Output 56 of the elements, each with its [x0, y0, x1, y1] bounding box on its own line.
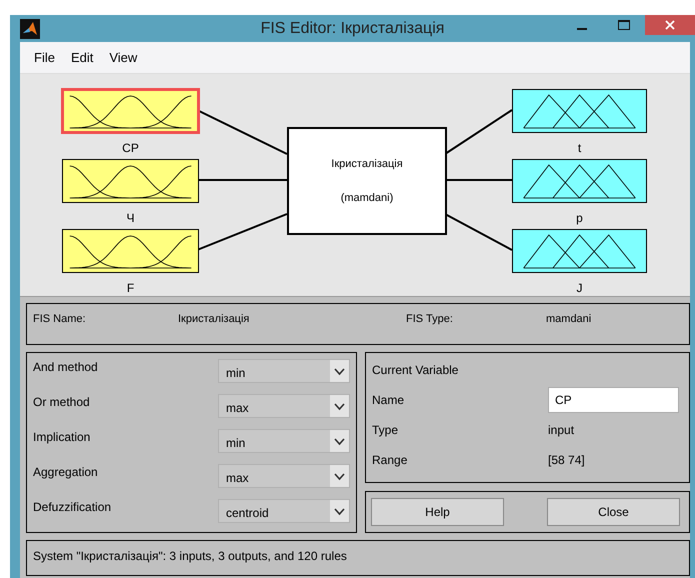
variable-name: J [576, 281, 582, 295]
close-icon [665, 20, 675, 30]
fis-type-value: mamdani [546, 313, 592, 327]
type-value: input [548, 423, 574, 437]
membership-function-plot[interactable] [62, 229, 199, 273]
window-title: FIS Editor: Ікристалізація [260, 20, 444, 38]
chevron-down-icon [330, 430, 349, 452]
method-label: Implication [33, 429, 90, 446]
membership-function-plot[interactable] [62, 159, 199, 203]
membership-function-plot[interactable] [62, 89, 199, 133]
method-label: And method [33, 359, 98, 376]
system-type: (mamdani) [340, 192, 394, 204]
method-dropdown[interactable]: max [218, 394, 350, 418]
method-label: Aggregation [33, 464, 98, 481]
dialog-button[interactable]: Help [371, 498, 504, 526]
variable-name: t [578, 141, 582, 155]
fis-type-label: FIS Type: [406, 313, 454, 327]
method-label: Or method [33, 394, 90, 411]
name-field[interactable]: CP [548, 387, 679, 413]
chevron-down-icon [330, 360, 349, 382]
maximize-icon [618, 20, 630, 30]
connector-line [444, 213, 512, 251]
membership-function-plot[interactable] [512, 159, 647, 203]
type-label: Type [372, 423, 400, 437]
variable-name: Ч [126, 211, 134, 225]
menu-item[interactable]: View [103, 48, 144, 67]
fis-name-value: Ікристалізація [178, 313, 250, 327]
menu-item[interactable]: File [28, 48, 61, 67]
chevron-down-icon [330, 465, 349, 487]
method-label: Defuzzification [33, 499, 112, 516]
system-name: Ікристалізація [331, 158, 403, 170]
variable-name: p [576, 211, 583, 225]
close-button[interactable] [645, 15, 695, 35]
app-icon [20, 18, 40, 38]
connector-line [445, 179, 512, 181]
chevron-down-icon [330, 500, 349, 522]
name-label: Name [372, 393, 406, 407]
menu-item[interactable]: Edit [64, 48, 100, 67]
dialog-button[interactable]: Close [547, 498, 680, 526]
system-block[interactable]: Ікристалізація (mamdani) [287, 127, 447, 235]
range-label: Range [372, 453, 408, 467]
variable-name: CP [122, 141, 139, 155]
fis-name-label: FIS Name: [33, 313, 87, 327]
connector-line [444, 109, 513, 155]
method-dropdown[interactable]: centroid [218, 499, 350, 523]
membership-function-plot[interactable] [512, 229, 647, 273]
method-dropdown[interactable]: max [218, 464, 350, 488]
method-dropdown[interactable]: min [218, 359, 350, 383]
membership-function-plot[interactable] [512, 89, 647, 133]
minimize-icon [577, 28, 587, 30]
variable-name: F [126, 281, 134, 295]
range-value: [58 74] [548, 453, 585, 467]
chevron-down-icon [330, 395, 349, 417]
method-dropdown[interactable]: min [218, 429, 350, 453]
section-title: Current Variable [372, 363, 458, 377]
status-message: System "Ікристалізація": 3 inputs, 3 outputs, and 120 rules [33, 549, 347, 563]
